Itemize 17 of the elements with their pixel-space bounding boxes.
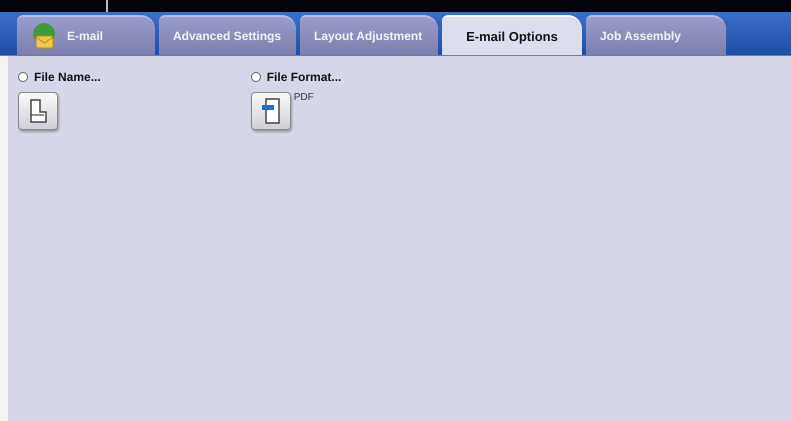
tab[interactable]: Job Assembly (586, 15, 726, 55)
option-value: PDF (294, 92, 314, 103)
option-button[interactable] (250, 92, 291, 130)
option-label: File Name... (34, 70, 101, 84)
tab-label: E-mail (67, 30, 104, 42)
option-label: File Format... (266, 70, 342, 84)
tab[interactable]: Advanced Settings (159, 15, 296, 55)
option-button[interactable] (18, 92, 58, 130)
tab[interactable]: Layout Adjustment (300, 15, 438, 55)
tab-label: Layout Adjustment (314, 30, 422, 42)
tab[interactable]: E-mail (17, 15, 155, 55)
tab[interactable]: E-mail Options (442, 15, 582, 55)
tab-label: E-mail Options (466, 30, 558, 42)
tab-label: Advanced Settings (173, 30, 282, 42)
radio-button[interactable] (18, 72, 28, 82)
radio-button[interactable] (250, 72, 261, 82)
tab-label: Job Assembly (600, 30, 681, 42)
